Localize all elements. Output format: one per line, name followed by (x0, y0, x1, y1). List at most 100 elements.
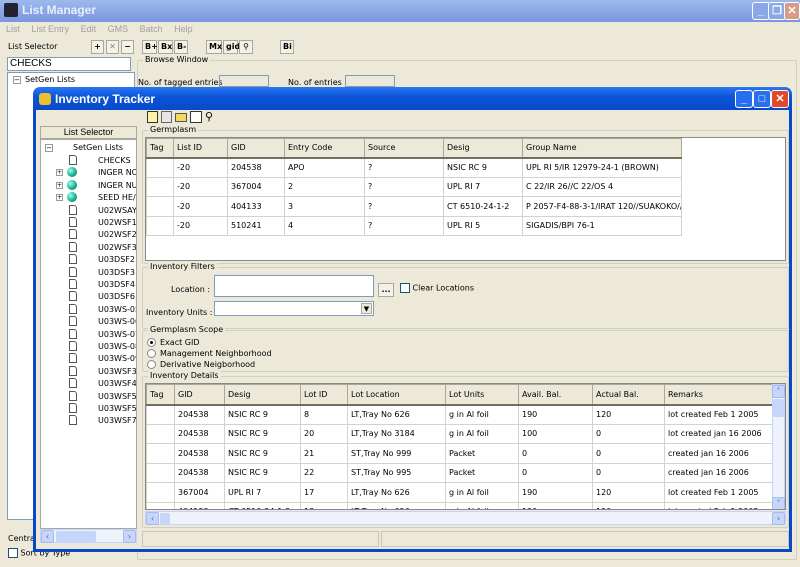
maximize-button[interactable]: □ (753, 90, 771, 108)
tree-horizontal-scrollbar[interactable]: ‹ › (40, 529, 137, 543)
scroll-down-icon[interactable]: ˅ (772, 497, 785, 509)
column-header[interactable]: GID (227, 138, 285, 159)
table-cell: NSIC RC 9 (224, 404, 301, 425)
column-header[interactable]: Desig (443, 138, 523, 159)
table-row[interactable]: -20 404133 3? CT 6510-24-1-2 P 2057-F4-88-3-… (146, 196, 682, 217)
table-cell: CT 6510-24-1-2 (443, 196, 523, 217)
delete-list-button[interactable]: ✕ (106, 40, 119, 54)
browse-locations-button[interactable]: ... (378, 283, 394, 297)
list-search-input[interactable]: CHECKS (7, 57, 131, 71)
table-cell (146, 501, 175, 509)
window-title: List Manager (22, 3, 97, 17)
menu-list[interactable]: List (6, 24, 20, 34)
column-header[interactable]: Remarks (664, 384, 775, 406)
scroll-thumb[interactable] (56, 531, 96, 542)
new-document-icon[interactable] (147, 111, 158, 123)
column-header[interactable]: List ID (173, 138, 228, 159)
tree-item-label: U03WSF5 (98, 404, 137, 413)
gid-button[interactable]: gid (223, 40, 240, 54)
column-header[interactable]: Group Name (522, 138, 682, 159)
b-plus-button[interactable]: B+ (142, 40, 158, 54)
tree-item-label: U03WS-06 (98, 317, 137, 327)
column-header[interactable]: Avail. Bal. (518, 384, 593, 406)
table-row[interactable]: 204538 NSIC RC 9 8 LT,Tray No 626 g in Al fo… (146, 404, 775, 425)
menu-gms[interactable]: GMS (108, 24, 129, 34)
column-header[interactable]: Lot ID (300, 384, 348, 406)
collapse-icon[interactable]: − (45, 144, 53, 152)
table-cell: 204538 (174, 423, 225, 444)
radio-label: Exact GID (160, 338, 200, 347)
column-header[interactable]: GID (174, 384, 225, 406)
inventory-filters-group: Inventory Filters Location : ... Clear L… (142, 262, 789, 329)
scroll-left-icon[interactable]: ‹ (41, 530, 54, 543)
menu-list-entry[interactable]: List Entry (32, 24, 70, 34)
open-folder-icon[interactable] (175, 113, 187, 122)
table-row[interactable]: 404133CT 6510-24-1-218LT,Tray No 626g in… (146, 501, 775, 509)
table-cell: 367004 (227, 176, 285, 197)
table-row[interactable]: -20 204538 APO? NSIC RC 9 UPL RI 5/IR 12979-… (146, 157, 682, 178)
mx-button[interactable]: Mx (206, 40, 222, 54)
list-manager-titlebar: List Manager _ ❐ ✕ (0, 0, 800, 22)
bx-button[interactable]: Bx (158, 40, 173, 54)
table-row[interactable]: -20 510241 4? UPL RI 5 SIGADIS/BPI 76-1 (146, 215, 682, 236)
menu-edit[interactable]: Edit (81, 24, 97, 34)
location-input[interactable] (214, 275, 374, 297)
close-button[interactable]: ✕ (784, 2, 800, 20)
table-cell: 190 (518, 482, 593, 503)
list-selector-header: List Selector (40, 126, 137, 139)
table-cell: 3 (284, 196, 365, 217)
column-header[interactable]: Lot Units (445, 384, 519, 406)
tree-root[interactable]: SetGen Lists (73, 143, 123, 152)
scroll-up-icon[interactable]: ˄ (772, 385, 785, 398)
details-vertical-scrollbar[interactable]: ˄ ˅ (772, 384, 785, 509)
table-cell: 2 (284, 176, 365, 197)
tree-root[interactable]: SetGen Lists (25, 75, 75, 84)
scroll-right-icon[interactable]: › (772, 512, 785, 525)
clear-locations-checkbox[interactable]: Clear Locations (400, 283, 474, 293)
inventory-details-group: Inventory Details Tag GID Desig Lot ID Lot L… (142, 371, 789, 528)
details-horizontal-scrollbar[interactable]: ‹ › (145, 511, 786, 525)
column-header[interactable]: Tag (146, 384, 175, 406)
table-row[interactable]: 204538 NSIC RC 9 22 ST,Tray No 995 Packet 0 0 c… (146, 462, 775, 483)
table-row[interactable]: 204538 NSIC RC 9 21 ST,Tray No 999 Packet 0 0 c… (146, 443, 775, 464)
column-header[interactable]: Actual Bal. (592, 384, 665, 406)
scroll-right-icon[interactable]: › (123, 530, 136, 543)
scroll-thumb[interactable] (773, 399, 784, 417)
table-row[interactable]: 204538 NSIC RC 9 20 LT,Tray No 3184 g in Al … (146, 423, 775, 444)
scope-derivative-neighborhood-radio[interactable]: Derivative Neigborhood (147, 360, 255, 369)
column-header[interactable]: Lot Location (347, 384, 446, 406)
column-header[interactable]: Source (364, 138, 444, 159)
remove-list-button[interactable]: − (121, 40, 134, 54)
column-header[interactable]: Tag (146, 138, 174, 159)
tree-item-label: U03DSF2 (98, 255, 135, 265)
collapse-icon[interactable]: − (13, 76, 21, 84)
close-button[interactable]: ✕ (771, 90, 789, 108)
minimize-button[interactable]: _ (735, 90, 753, 108)
bi-button[interactable]: Bi (280, 40, 294, 54)
document-icon (69, 378, 77, 389)
column-header[interactable]: Desig (224, 384, 301, 406)
clear-locations-label: Clear Locations (412, 283, 475, 293)
expand-icon[interactable]: + (56, 194, 63, 202)
dropdown-arrow-icon[interactable]: ▼ (361, 303, 372, 314)
binoculars-icon[interactable]: ⚲ (239, 40, 253, 54)
table-row[interactable]: 367004 UPL RI 7 17 LT,Tray No 626 g in Al fo… (146, 482, 775, 503)
expand-icon[interactable]: + (56, 169, 63, 177)
find-binoculars-icon[interactable]: ⚲ (205, 110, 213, 123)
scope-management-neighborhood-radio[interactable]: Management Neighborhood (147, 349, 272, 358)
table-row[interactable]: -20 367004 2? UPL RI 7C 22/IR 26//C 22/OS 4 (146, 176, 682, 197)
menu-help[interactable]: Help (174, 24, 193, 34)
scroll-left-icon[interactable]: ‹ (146, 512, 159, 525)
column-header[interactable]: Entry Code (284, 138, 365, 159)
add-list-button[interactable]: + (91, 40, 104, 54)
scroll-thumb[interactable] (160, 513, 170, 524)
table-cell: 0 (518, 462, 593, 483)
inventory-units-select[interactable]: ▼ (214, 301, 374, 316)
copy-document-icon[interactable] (161, 111, 172, 123)
print-icon[interactable] (190, 111, 202, 123)
menu-batch[interactable]: Batch (140, 24, 163, 34)
expand-icon[interactable]: + (56, 181, 63, 189)
scope-exact-gid-radio[interactable]: Exact GID (147, 338, 200, 347)
b-minus-button[interactable]: B- (174, 40, 188, 54)
table-cell: 120 (592, 482, 665, 503)
